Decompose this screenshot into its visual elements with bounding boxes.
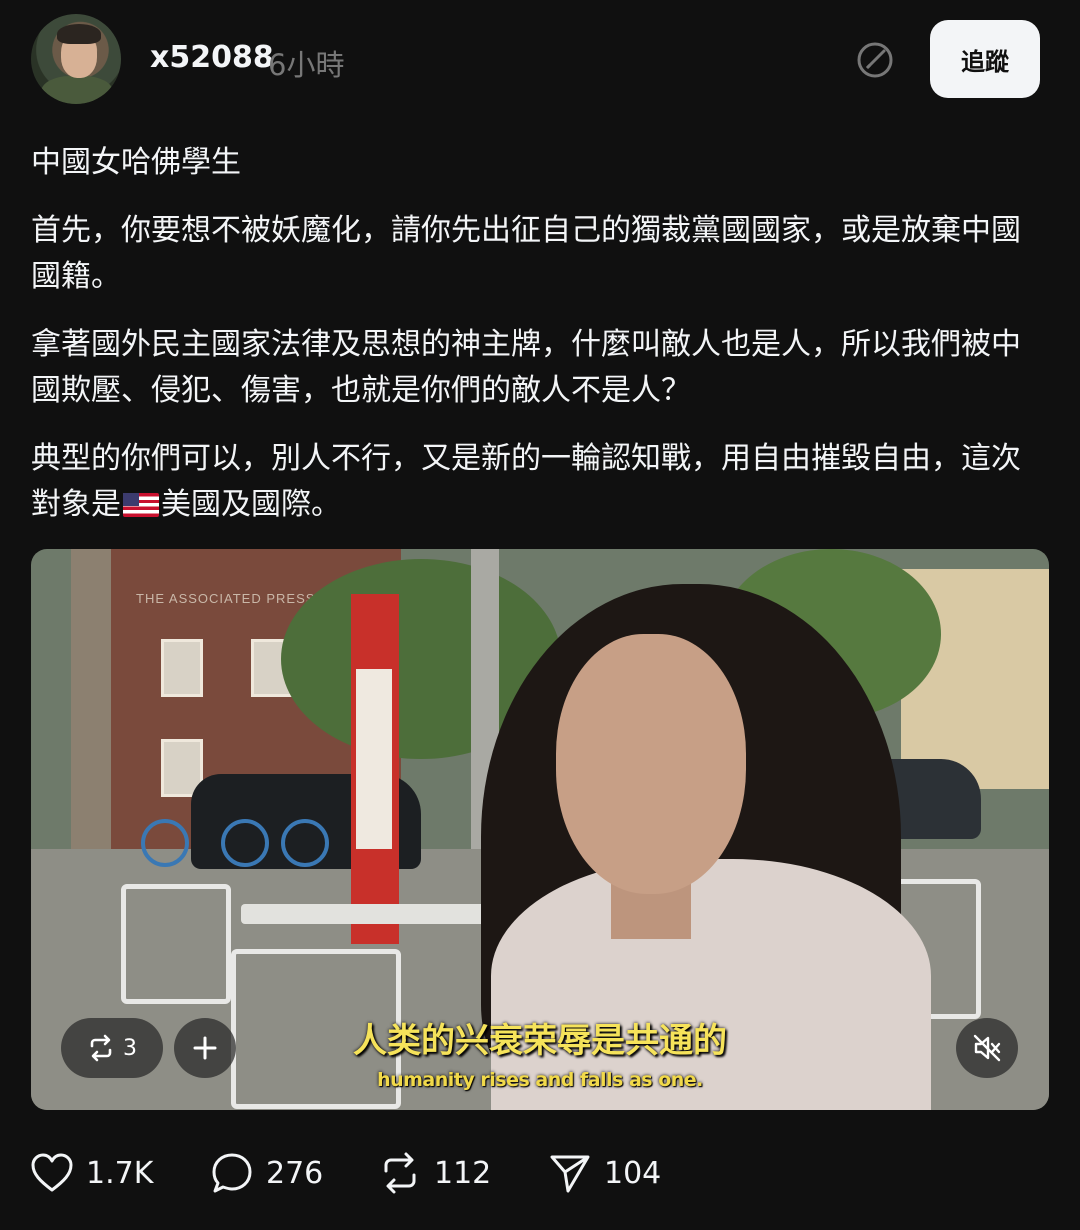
avatar-hair	[57, 24, 101, 44]
username[interactable]: x52088	[150, 40, 274, 75]
like-count: 1.7K	[86, 1155, 154, 1191]
comment-count: 276	[266, 1155, 324, 1191]
repost-button[interactable]: 112	[378, 1148, 491, 1198]
share-button[interactable]: 104	[548, 1148, 661, 1198]
video-repost-count: 3	[123, 1035, 137, 1061]
add-button[interactable]	[174, 1018, 236, 1078]
post-header: x52088 6小時 追蹤	[0, 0, 1080, 120]
building-window	[161, 639, 203, 697]
comment-button[interactable]: 276	[210, 1148, 323, 1198]
action-bar: 1.7K 276 112 104	[30, 1148, 1050, 1198]
avatar[interactable]	[31, 14, 121, 104]
post-time: 6小時	[268, 48, 345, 82]
like-button[interactable]: 1.7K	[30, 1148, 153, 1198]
mute-button[interactable]	[956, 1018, 1018, 1078]
comment-icon	[212, 1153, 252, 1193]
avatar-shirt	[41, 76, 113, 104]
edit-icon[interactable]	[855, 40, 895, 80]
repost-icon	[384, 1152, 416, 1194]
bike-wheel	[221, 819, 269, 867]
bike-wheel	[281, 819, 329, 867]
post-paragraph: 拿著國外民主國家法律及思想的神主牌，什麼叫敵人也是人，所以我們被中國欺壓、侵犯、…	[31, 327, 1021, 408]
follow-button[interactable]: 追蹤	[930, 20, 1040, 98]
mute-icon	[973, 1034, 1001, 1062]
us-flag-icon	[123, 493, 159, 517]
building-sign: THE ASSOCIATED PRESS	[136, 591, 316, 606]
heart-icon	[31, 1153, 73, 1192]
video-player[interactable]: THE ASSOCIATED PRESS 人类的兴衰荣辱是共通的 humanit…	[31, 549, 1049, 1110]
repost-icon	[90, 1034, 112, 1062]
subtitle-english: humanity rises and falls as one.	[377, 1069, 703, 1091]
video-repost-button[interactable]: 3	[61, 1018, 163, 1078]
send-icon	[550, 1155, 590, 1193]
cafe-chair	[121, 884, 231, 1004]
post-paragraph: 典型的你們可以，別人不行，又是新的一輪認知戰，用自由摧毀自由，這次對象是 美國及國…	[31, 436, 1031, 528]
post-paragraph: 首先，你要想不被妖魔化，請你先出征自己的獨裁黨國國家，或是放棄中國國籍。	[31, 213, 1021, 294]
share-count: 104	[604, 1155, 662, 1191]
sign-panel	[356, 669, 392, 849]
post-text-segment: 美國及國際。	[161, 487, 341, 522]
person-face	[556, 634, 746, 894]
cafe-table	[241, 904, 521, 924]
post-body: 中國女哈佛學生 首先，你要想不被妖魔化，請你先出征自己的獨裁黨國國家，或是放棄中…	[31, 140, 1031, 550]
repost-count: 112	[434, 1155, 492, 1191]
post-paragraph: 中國女哈佛學生	[31, 145, 241, 180]
bike-wheel	[141, 819, 189, 867]
plus-icon	[193, 1036, 217, 1060]
